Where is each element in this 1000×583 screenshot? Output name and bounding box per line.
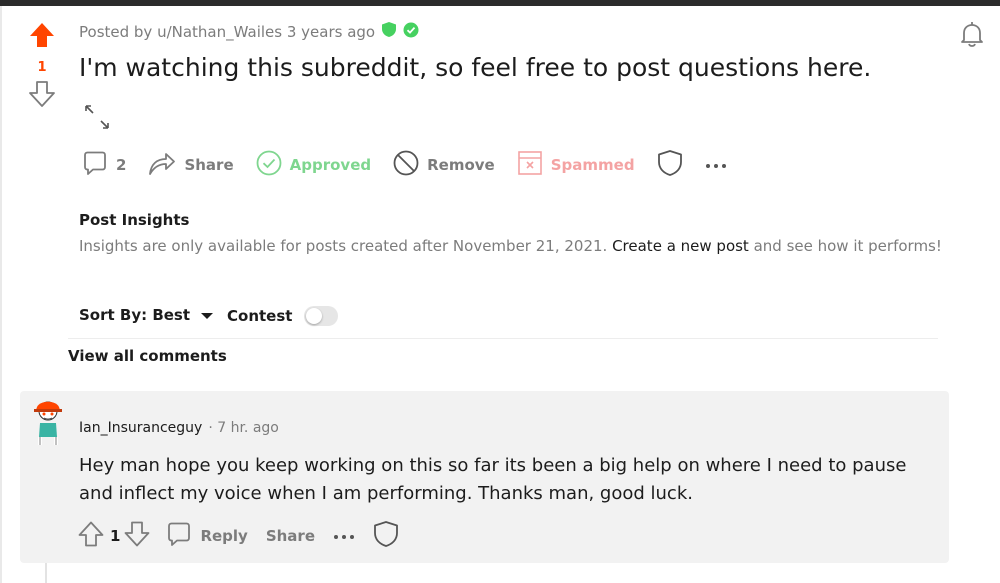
avatar[interactable]: [30, 399, 66, 453]
comment-body: Hey man hope you keep working on this so…: [79, 455, 907, 504]
upvote-arrow-icon[interactable]: [24, 22, 60, 52]
comment-mod-shield-button[interactable]: [373, 520, 399, 552]
approved-check-icon: [403, 22, 419, 42]
spam-box-icon: [517, 150, 543, 180]
contest-label: Contest: [227, 307, 293, 325]
contest-toggle[interactable]: [304, 306, 339, 326]
post-vote-column: 1: [24, 22, 60, 111]
expand-icon[interactable]: [84, 104, 112, 136]
comment-meta: Ian_Insuranceguy · 7 hr. ago: [79, 420, 279, 436]
comment-upvote-icon[interactable]: [78, 521, 104, 551]
reply-label: Reply: [200, 527, 248, 545]
approved-button[interactable]: Approved: [256, 150, 371, 180]
remove-button[interactable]: Remove: [393, 150, 495, 180]
comment-time[interactable]: · 7 hr. ago: [208, 420, 279, 436]
comment-more-options-button[interactable]: [333, 527, 355, 545]
view-all-comments-link[interactable]: View all comments: [68, 347, 227, 365]
spammed-button[interactable]: Spammed: [517, 150, 635, 180]
share-label: Share: [184, 156, 234, 174]
post-action-bar: 2 Share Approved Remove Spammed: [82, 150, 749, 180]
left-edge-rail: [0, 6, 2, 583]
post-insights-title: Post Insights: [79, 211, 190, 229]
create-new-post-link[interactable]: Create a new post: [612, 237, 749, 255]
share-arrow-icon: [148, 150, 176, 180]
spammed-label: Spammed: [550, 156, 635, 174]
insights-text-before: Insights are only available for posts cr…: [79, 237, 613, 255]
caret-down-icon: [200, 306, 214, 324]
ellipsis-icon: [705, 156, 727, 174]
comment-action-bar: 1 Reply Share: [78, 520, 417, 552]
post-vote-count: 1: [37, 60, 47, 75]
divider: [68, 338, 938, 339]
reply-bubble-icon: [166, 521, 192, 551]
post-meta: Posted by u/Nathan_Wailes 3 years ago: [79, 21, 419, 42]
approve-check-icon: [256, 150, 282, 180]
comment-bubble-icon: [82, 150, 108, 180]
post-author-line[interactable]: Posted by u/Nathan_Wailes 3 years ago: [79, 23, 375, 41]
comment-author[interactable]: Ian_Insuranceguy: [79, 420, 202, 436]
ellipsis-icon: [333, 527, 355, 545]
comment-share-label: Share: [265, 527, 316, 545]
notification-bell-icon[interactable]: [958, 20, 986, 52]
more-options-button[interactable]: [705, 156, 727, 174]
share-button[interactable]: Share: [148, 150, 234, 180]
shield-outline-icon: [657, 149, 683, 181]
insights-text-after: and see how it performs!: [748, 237, 942, 255]
top-window-bar: [0, 0, 1000, 6]
comments-button[interactable]: 2: [82, 150, 126, 180]
comment-share-button[interactable]: Share: [266, 527, 315, 545]
post-title[interactable]: I'm watching this subreddit, so feel fre…: [79, 53, 871, 82]
sort-dropdown[interactable]: Sort By: Best: [79, 306, 214, 324]
toggle-knob: [306, 308, 323, 324]
comment-vote-count: 1: [110, 527, 121, 545]
sort-label: Sort By: Best: [79, 306, 191, 324]
downvote-arrow-icon[interactable]: [24, 81, 60, 111]
comment-downvote-icon[interactable]: [124, 521, 150, 551]
post-insights-text: Insights are only available for posts cr…: [79, 237, 942, 255]
remove-circle-icon: [393, 150, 419, 180]
comment-count: 2: [116, 156, 127, 174]
mod-shield-icon: [381, 21, 397, 42]
approved-label: Approved: [289, 156, 372, 174]
mod-shield-button[interactable]: [657, 149, 683, 181]
reply-button[interactable]: Reply: [166, 521, 248, 551]
remove-label: Remove: [427, 156, 495, 174]
contest-mode-control: Contest: [227, 306, 339, 326]
shield-outline-icon: [373, 520, 399, 552]
